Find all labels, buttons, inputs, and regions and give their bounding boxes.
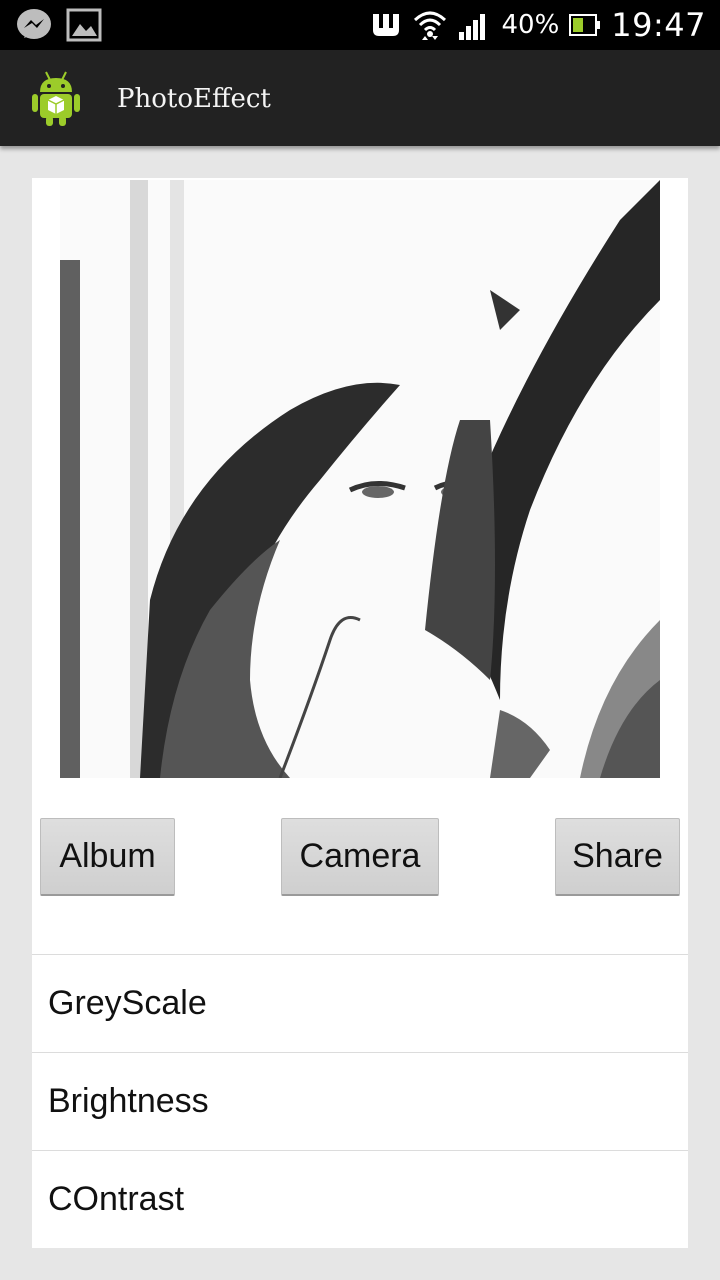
android-app-icon[interactable] [28, 68, 84, 128]
clock: 19:47 [611, 6, 706, 44]
battery-percent: 40% [501, 10, 560, 40]
action-bar: PhotoEffect [0, 50, 720, 146]
share-button[interactable]: Share [555, 818, 680, 896]
messenger-icon [17, 9, 51, 39]
gallery-icon [66, 8, 102, 42]
effect-brightness[interactable]: Brightness [32, 1052, 688, 1150]
effect-contrast[interactable]: COntrast [32, 1150, 688, 1248]
status-bar: 40% 19:47 [0, 0, 720, 50]
camera-button[interactable]: Camera [281, 818, 439, 896]
nfc-icon [373, 14, 400, 36]
signal-icon [459, 14, 486, 40]
photo-preview [60, 180, 660, 778]
app-title: PhotoEffect [117, 84, 271, 114]
content-card: Album Camera Share GreyScale Brightness … [32, 178, 688, 1248]
wifi-icon [414, 11, 447, 40]
photo-image [60, 180, 660, 778]
effects-list: GreyScale Brightness COntrast [32, 954, 688, 1248]
notification-icons [16, 8, 102, 42]
battery-icon [569, 14, 601, 36]
effect-greyscale[interactable]: GreyScale [32, 954, 688, 1052]
album-button[interactable]: Album [40, 818, 175, 896]
system-status: 40% 19:47 [369, 0, 706, 50]
